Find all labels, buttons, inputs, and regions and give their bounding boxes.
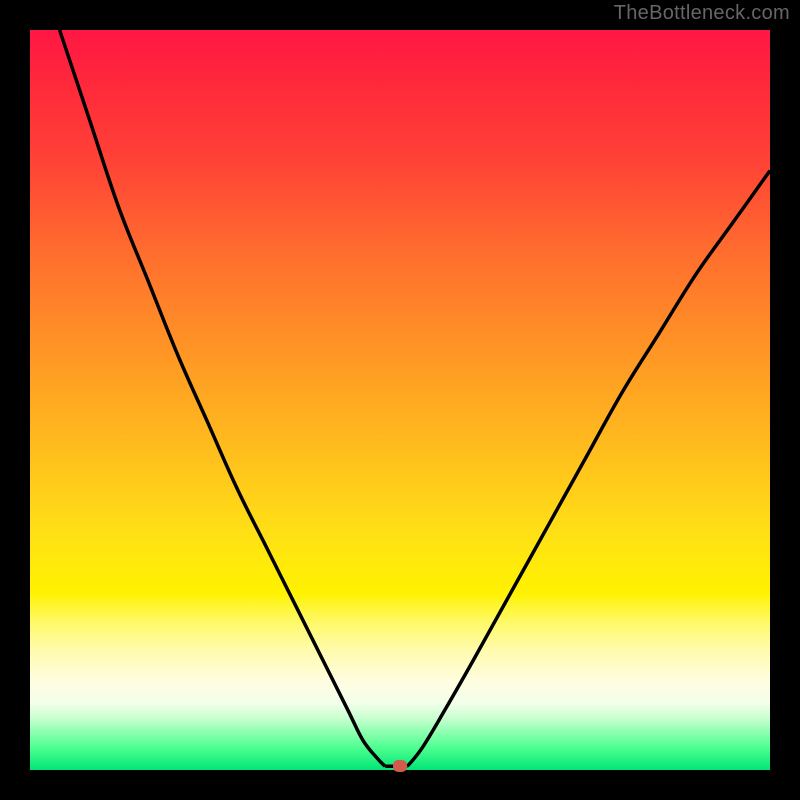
curve-right-branch (407, 171, 770, 767)
chart-curve-svg (30, 30, 770, 770)
watermark-text: TheBottleneck.com (614, 2, 790, 25)
chart-plot-area (30, 30, 770, 770)
minimum-marker (393, 760, 407, 772)
curve-left-branch (60, 30, 386, 766)
